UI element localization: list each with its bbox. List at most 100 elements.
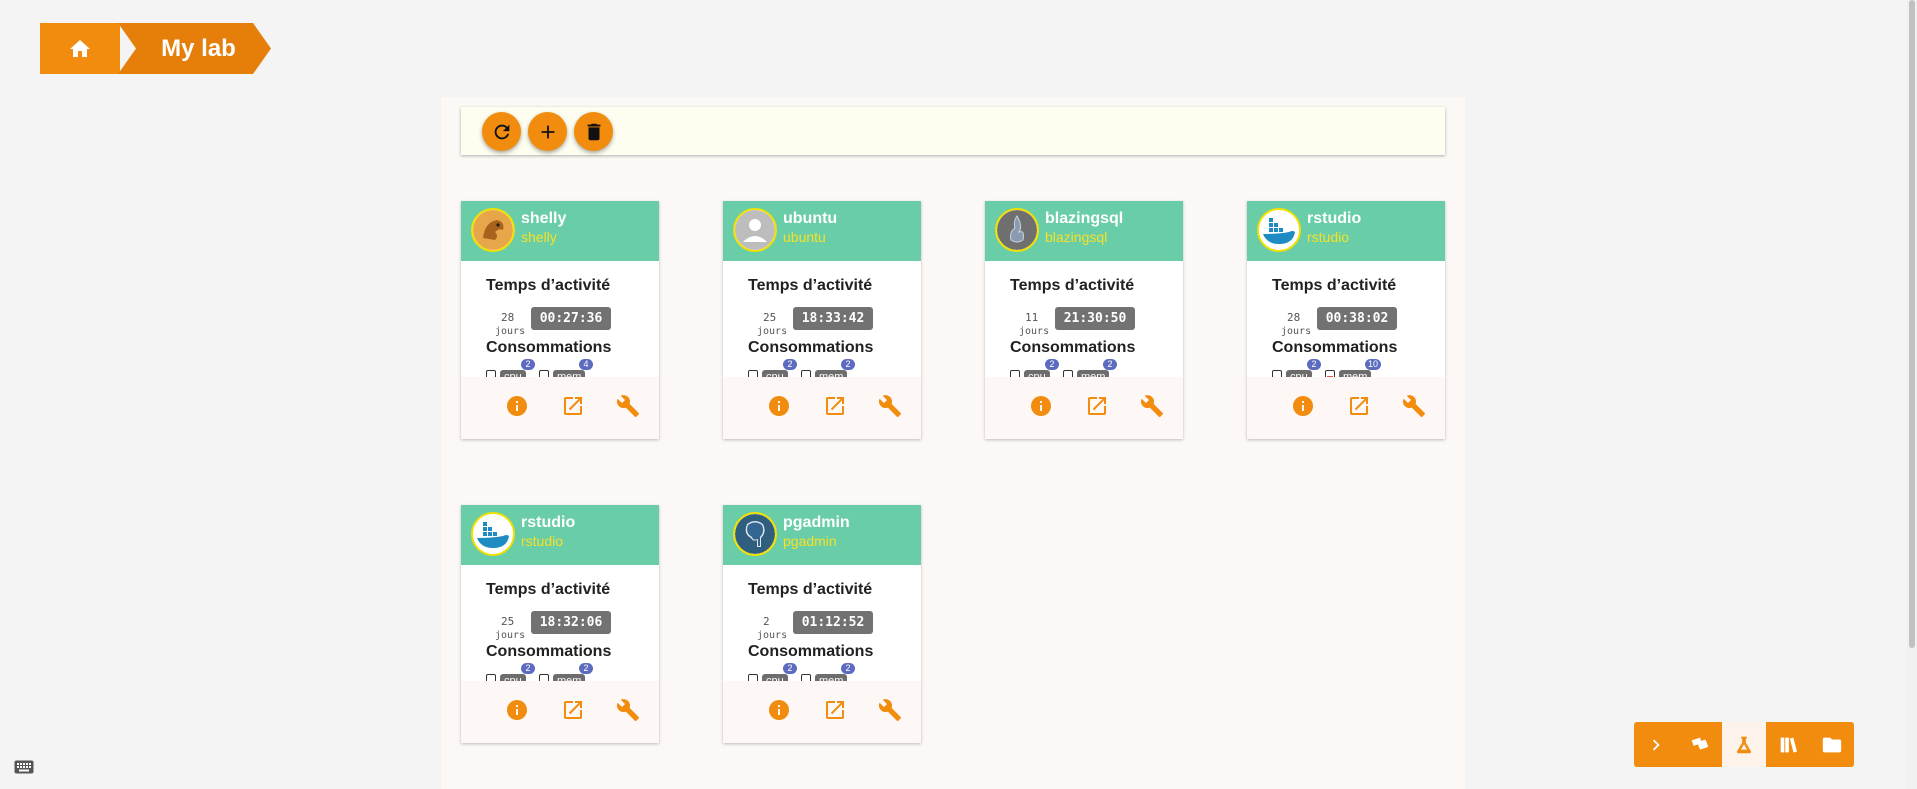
open-external-button[interactable] [822,393,848,419]
wrench-icon [878,699,901,721]
nav-files-button[interactable] [1810,722,1854,767]
card-header: blazingsql blazingsql [985,201,1183,261]
service-subtitle: rstudio [521,533,564,549]
refresh-button[interactable] [482,112,521,151]
card-header: pgadmin pgadmin [723,505,921,565]
mem-count-badge: 4 [579,359,593,370]
service-card: rstudio rstudio Temps d’activité 25 jour… [461,505,659,743]
nav-trainings-button[interactable] [1766,722,1810,767]
catalog-cards-icon [1691,737,1709,750]
breadcrumb-home[interactable] [40,23,120,74]
home-icon [70,39,90,57]
consumption-title: Consommations [486,643,612,660]
settings-button[interactable] [877,697,903,723]
open-in-new-icon [826,701,844,719]
settings-button[interactable] [1401,393,1427,419]
service-card: blazingsql blazingsql Temps d’activité 1… [985,201,1183,439]
activity-title: Temps d’activité [486,277,611,294]
service-card: rstudio rstudio Temps d’activité 28 jour… [1247,201,1445,439]
info-button[interactable] [766,393,792,419]
info-button[interactable] [504,697,530,723]
activity-days-label: jours [1281,326,1312,337]
service-name: rstudio [521,514,576,531]
settings-button[interactable] [615,697,641,723]
folder-icon [1822,737,1842,752]
open-external-button[interactable] [1084,393,1110,419]
postgres-elephant-icon [733,512,777,556]
nav-catalog-button[interactable] [1678,722,1722,767]
info-button[interactable] [1290,393,1316,419]
activity-title: Temps d’activité [486,581,611,598]
shelly-logo-icon [471,208,515,252]
main-panel: shelly shelly Temps d’activité 28 jours … [441,97,1465,789]
open-external-button[interactable] [560,697,586,723]
open-external-button[interactable] [1346,393,1372,419]
activity-timer: 18:33:42 [793,307,873,330]
card-header: rstudio rstudio [461,505,659,565]
activity-title: Temps d’activité [748,277,873,294]
service-subtitle: rstudio [1307,229,1350,245]
service-subtitle: pgadmin [783,533,837,549]
books-icon [1780,737,1797,753]
info-button[interactable] [1028,393,1054,419]
wrench-icon [616,699,639,721]
activity-days: 28 [501,311,515,324]
info-button[interactable] [504,393,530,419]
service-name: shelly [521,210,567,227]
activity-timer: 01:12:52 [793,611,873,634]
activity-title: Temps d’activité [1272,277,1397,294]
scrollbar-thumb[interactable] [1909,0,1915,648]
mem-count-badge: 2 [579,663,593,674]
info-icon [507,700,527,720]
cpu-count-badge: 2 [783,663,797,674]
info-icon [769,700,789,720]
trash-icon [587,123,600,140]
service-subtitle: ubuntu [783,229,826,245]
settings-button[interactable] [877,393,903,419]
add-button[interactable] [528,112,567,151]
card-actions [461,681,659,743]
open-external-button[interactable] [560,393,586,419]
activity-days-label: jours [1019,326,1050,337]
open-in-new-icon [564,701,582,719]
card-actions [723,377,921,439]
service-subtitle: shelly [521,229,557,245]
activity-days-label: jours [757,326,788,337]
activity-days: 28 [1287,311,1301,324]
info-icon [1293,396,1313,416]
consumption-title: Consommations [486,339,612,356]
mem-count-badge: 2 [1103,359,1117,370]
activity-timer: 00:38:02 [1317,307,1397,330]
wrench-icon [1140,395,1163,417]
delete-all-button[interactable] [574,112,613,151]
consumption-title: Consommations [748,339,874,356]
settings-button[interactable] [1139,393,1165,419]
cpu-count-badge: 2 [1045,359,1059,370]
info-button[interactable] [766,697,792,723]
open-external-button[interactable] [822,697,848,723]
breadcrumb-current-label: My lab [161,34,236,62]
docker-whale-icon [471,512,515,556]
wrench-icon [878,395,901,417]
card-header: ubuntu ubuntu [723,201,921,261]
settings-button[interactable] [615,393,641,419]
keyboard-icon[interactable] [14,760,34,774]
breadcrumb-current[interactable]: My lab [118,23,271,74]
cpu-count-badge: 2 [1307,359,1321,370]
consumption-title: Consommations [1272,339,1398,356]
docker-whale-icon [1257,208,1301,252]
nav-collapse-button[interactable] [1634,722,1678,767]
refresh-icon [494,124,509,139]
wrench-icon [616,395,639,417]
service-name: ubuntu [783,210,838,227]
consumption-title: Consommations [1010,339,1136,356]
activity-title: Temps d’activité [1010,277,1135,294]
activity-days: 25 [501,615,515,628]
open-in-new-icon [1350,397,1368,415]
nav-mylab-button[interactable] [1722,722,1766,767]
service-name: rstudio [1307,210,1362,227]
blazingsql-logo-icon [995,208,1039,252]
activity-days: 11 [1025,311,1039,324]
activity-title: Temps d’activité [748,581,873,598]
card-header: rstudio rstudio [1247,201,1445,261]
